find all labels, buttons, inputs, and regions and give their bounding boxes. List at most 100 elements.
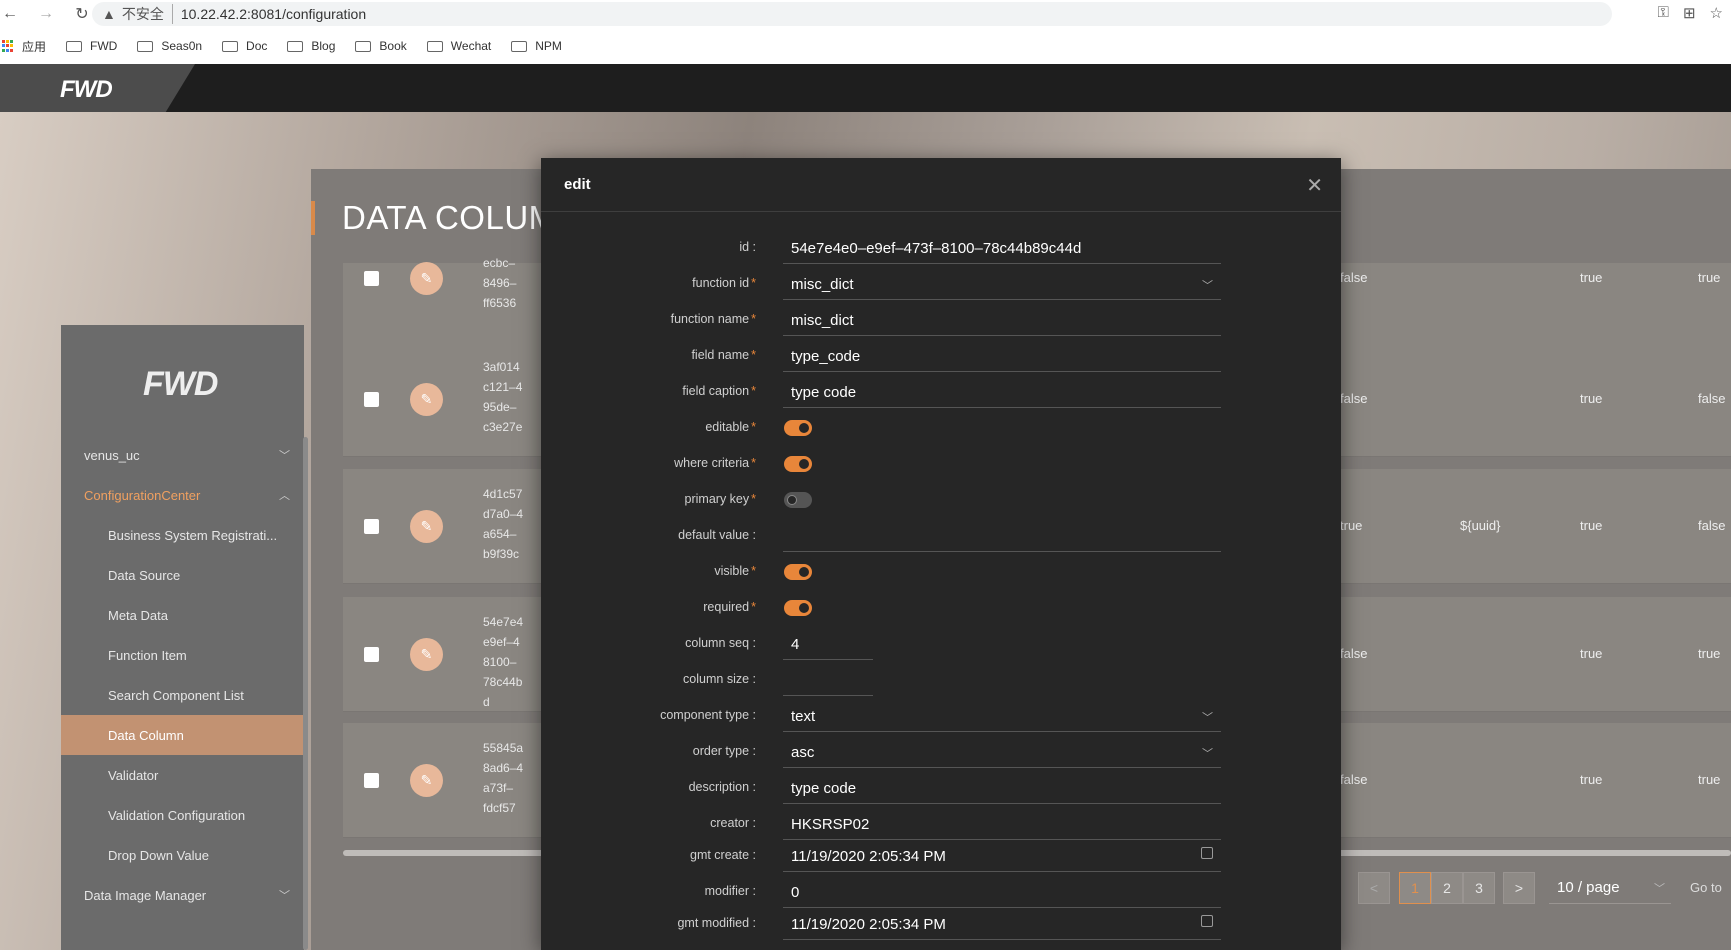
bookmark-0[interactable]: 应用 bbox=[0, 38, 46, 55]
page-size-label: 10 / page bbox=[1557, 879, 1620, 896]
field-caption-input[interactable]: type code bbox=[783, 376, 1221, 408]
switch-knob bbox=[787, 495, 797, 505]
form-row-required: required * bbox=[541, 590, 1341, 626]
chevron-down-icon: ﹀ bbox=[279, 450, 290, 462]
sidebar-item-meta-data[interactable]: Meta Data bbox=[61, 595, 304, 635]
field-value: 4 bbox=[791, 636, 800, 653]
key-icon[interactable]: ⚿ bbox=[1658, 4, 1669, 22]
column-seq-input[interactable]: 4 bbox=[783, 628, 873, 660]
sidebar-item-search-component-list[interactable]: Search Component List bbox=[61, 675, 304, 715]
bookmark-4[interactable]: Blog bbox=[287, 39, 335, 53]
sidebar-item-configurationcenter[interactable]: ConfigurationCenter ︿ bbox=[61, 475, 304, 515]
row-checkbox[interactable] bbox=[364, 773, 379, 788]
creator-input[interactable]: HKSRSP02 bbox=[783, 808, 1221, 840]
form-row-field-caption: field caption * type code bbox=[541, 374, 1341, 410]
pagination-page-3[interactable]: 3 bbox=[1463, 872, 1495, 904]
sidebar-scrollbar[interactable] bbox=[303, 437, 308, 950]
sidebar-item-function-item[interactable]: Function Item bbox=[61, 635, 304, 675]
row-checkbox[interactable] bbox=[364, 271, 379, 286]
sidebar-item-validation-configuration[interactable]: Validation Configuration bbox=[61, 795, 304, 835]
insecure-label: 不安全 bbox=[122, 4, 173, 24]
chevron-down-icon: ﹀ bbox=[1202, 748, 1213, 760]
form-row-id: id : 54e7e4e0–e9ef–473f–8100–78c44b89c44d bbox=[541, 230, 1341, 266]
sidebar-item-validator[interactable]: Validator bbox=[61, 755, 304, 795]
translate-icon[interactable]: ⊞ bbox=[1683, 4, 1696, 22]
star-icon[interactable]: ☆ bbox=[1710, 4, 1723, 22]
modifier-input[interactable]: 0 bbox=[783, 876, 1221, 908]
field-label-text: field name bbox=[691, 348, 750, 362]
bookmark-6[interactable]: Wechat bbox=[426, 39, 491, 53]
gmt-modified-input[interactable]: 11/19/2020 2:05:34 PM bbox=[783, 908, 1221, 940]
goto-label: Go to bbox=[1690, 880, 1722, 895]
bookmark-7[interactable]: NPM bbox=[511, 39, 562, 53]
bookmark-3[interactable]: Doc bbox=[222, 39, 267, 53]
row-cell-c1: false bbox=[1340, 646, 1368, 661]
row-cell-c1: true bbox=[1340, 518, 1363, 533]
sidebar-item-data-source[interactable]: Data Source bbox=[61, 555, 304, 595]
apps-grid-icon bbox=[2, 40, 14, 52]
row-id-line: 8100– bbox=[483, 655, 517, 669]
reload-icon[interactable]: ↻ bbox=[72, 4, 92, 24]
sidebar-item-drop-down-value[interactable]: Drop Down Value bbox=[61, 835, 304, 875]
required-asterisk: * bbox=[751, 312, 756, 326]
field-label-where-criteria: where criteria * bbox=[674, 456, 756, 470]
bookmark-1[interactable]: FWD bbox=[66, 39, 117, 53]
row-id-line: a73f– bbox=[483, 781, 514, 795]
sidebar-item-data-image-manager[interactable]: Data Image Manager ﹀ bbox=[61, 875, 304, 915]
visible-switch[interactable] bbox=[784, 564, 812, 580]
pagination-page-2[interactable]: 2 bbox=[1431, 872, 1463, 904]
field-value: asc bbox=[791, 744, 815, 761]
function-id-select[interactable]: misc_dict ﹀ bbox=[783, 268, 1221, 300]
field-label-text: function id bbox=[692, 276, 750, 290]
field-name-input[interactable]: type_code bbox=[783, 340, 1221, 372]
row-id: 54e7e4 e9ef–4 8100– 78c44b d bbox=[483, 612, 533, 712]
pagination-page-1[interactable]: 1 bbox=[1399, 872, 1431, 904]
where-criteria-switch[interactable] bbox=[784, 456, 812, 472]
sidebar-item-data-column[interactable]: Data Column bbox=[61, 715, 304, 755]
page-size-select[interactable]: 10 / page ﹀ bbox=[1549, 872, 1671, 904]
pagination-next[interactable]: > bbox=[1503, 872, 1535, 904]
pagination-prev[interactable]: < bbox=[1358, 872, 1390, 904]
sidebar-item-business-system-registrati[interactable]: Business System Registrati... bbox=[61, 515, 304, 555]
row-cell-c3: true bbox=[1580, 391, 1603, 406]
function-name-input[interactable]: misc_dict bbox=[783, 304, 1221, 336]
component-type-select[interactable]: text ﹀ bbox=[783, 700, 1221, 732]
row-id-line: c121–4 bbox=[483, 380, 523, 394]
bookmark-5[interactable]: Book bbox=[355, 39, 407, 53]
bookmark-label: 应用 bbox=[22, 39, 47, 54]
order-type-select[interactable]: asc ﹀ bbox=[783, 736, 1221, 768]
field-label-text: component type : bbox=[660, 708, 756, 722]
field-value: 11/19/2020 2:05:34 PM bbox=[791, 848, 946, 865]
row-cell-c1: false bbox=[1340, 270, 1368, 285]
edit-icon[interactable]: ✎ bbox=[410, 262, 443, 295]
required-asterisk: * bbox=[751, 276, 756, 290]
sidebar-item-venus-uc[interactable]: venus_uc ﹀ bbox=[61, 435, 304, 475]
bookmark-label: Doc bbox=[246, 39, 268, 53]
required-switch[interactable] bbox=[784, 600, 812, 616]
sidebar-item-label: Meta Data bbox=[108, 607, 168, 623]
edit-icon[interactable]: ✎ bbox=[410, 383, 443, 416]
editable-switch[interactable] bbox=[784, 420, 812, 436]
gmt-create-input[interactable]: 11/19/2020 2:05:34 PM bbox=[783, 840, 1221, 872]
edit-icon[interactable]: ✎ bbox=[410, 764, 443, 797]
back-icon[interactable]: ← bbox=[0, 4, 20, 24]
forward-icon[interactable]: → bbox=[36, 4, 56, 24]
form-row-component-type: component type : text ﹀ bbox=[541, 698, 1341, 734]
row-checkbox[interactable] bbox=[364, 519, 379, 534]
row-checkbox[interactable] bbox=[364, 647, 379, 662]
row-id: 3af014 c121–4 95de– c3e27e bbox=[483, 357, 533, 437]
sidebar-item-label: Data Image Manager bbox=[84, 887, 207, 903]
row-checkbox[interactable] bbox=[364, 392, 379, 407]
default-value-input[interactable] bbox=[783, 520, 1221, 552]
description-input[interactable]: type code bbox=[783, 772, 1221, 804]
edit-icon[interactable]: ✎ bbox=[410, 510, 443, 543]
bookmark-2[interactable]: Seas0n bbox=[137, 39, 202, 53]
row-cell-c1: false bbox=[1340, 772, 1368, 787]
row-id-line: e9ef–4 bbox=[483, 635, 520, 649]
address-bar[interactable]: ▲ 不安全 10.22.42.2:8081/configuration bbox=[92, 2, 1612, 26]
edit-icon[interactable]: ✎ bbox=[410, 638, 443, 671]
id-input[interactable]: 54e7e4e0–e9ef–473f–8100–78c44b89c44d bbox=[783, 232, 1221, 264]
close-icon[interactable]: ✕ bbox=[1306, 173, 1323, 198]
column-size-input[interactable] bbox=[783, 664, 873, 696]
primary-key-switch[interactable] bbox=[784, 492, 812, 508]
